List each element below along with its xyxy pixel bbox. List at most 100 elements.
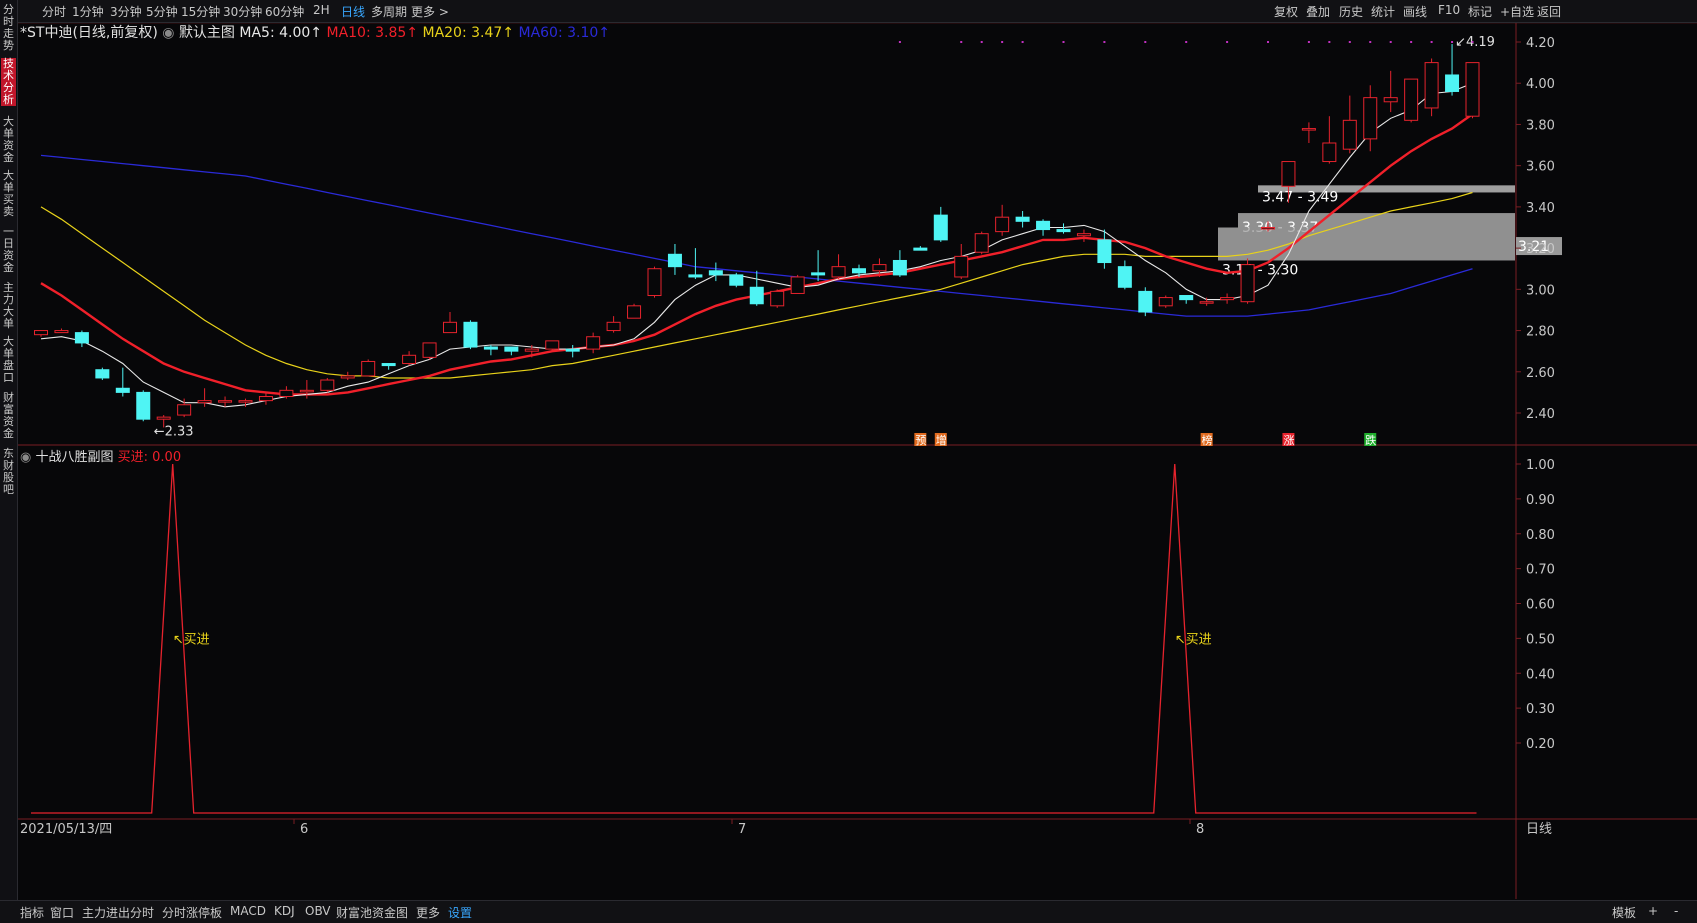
candle-body: [1056, 229, 1071, 233]
period-30min[interactable]: 30分钟: [223, 3, 262, 20]
restore-rights-button[interactable]: 复权: [1274, 3, 1298, 20]
tab-window[interactable]: 窗口: [50, 904, 74, 921]
candle-body: [913, 247, 928, 251]
tab-obv[interactable]: OBV: [305, 904, 331, 918]
overlay-button[interactable]: 叠加: [1306, 3, 1330, 20]
zoom-out-button[interactable]: -: [1674, 904, 1678, 918]
add-watchlist-button[interactable]: +自选: [1500, 3, 1534, 20]
sub-settings-icon[interactable]: ◉: [20, 450, 31, 465]
candle-body: [443, 321, 457, 334]
statistics-button[interactable]: 统计: [1371, 3, 1395, 20]
stock-title[interactable]: *ST中迪(日线,前复权): [20, 25, 158, 41]
period-15min[interactable]: 15分钟: [181, 3, 220, 20]
candle-body: [218, 400, 233, 403]
nav-main-big-order[interactable]: 主力大单: [1, 282, 16, 330]
history-button[interactable]: 历史: [1339, 3, 1363, 20]
nav-daily-funds[interactable]: 一日资金: [1, 226, 16, 274]
settings-icon[interactable]: ◉: [162, 25, 174, 41]
event-dot: [1185, 41, 1188, 43]
period-60min[interactable]: 60分钟: [265, 3, 304, 20]
mark-button[interactable]: 标记: [1468, 3, 1492, 20]
event-dot: [1144, 41, 1147, 43]
y-tick-label: 3.80: [1526, 118, 1555, 133]
period-1min[interactable]: 1分钟: [72, 3, 104, 20]
period-daily[interactable]: 日线: [341, 3, 365, 20]
candle-body: [811, 272, 826, 276]
tab-fund-pool[interactable]: 财富池资金图: [336, 904, 408, 921]
tab-limit-up[interactable]: 分时涨停板: [162, 904, 222, 921]
candle-body: [1138, 290, 1153, 313]
candle-body: [177, 404, 192, 416]
event-dot: [1307, 41, 1310, 43]
tab-more[interactable]: 更多: [416, 904, 440, 921]
sub-legend: ◉ 十战八胜副图 买进: 0.00: [20, 446, 181, 465]
candle-body: [1158, 297, 1173, 307]
y-tick-label: 3.60: [1526, 160, 1555, 175]
tab-kdj[interactable]: KDJ: [274, 904, 295, 918]
template-name[interactable]: 默认主图: [179, 25, 235, 41]
back-button[interactable]: 返回: [1537, 3, 1561, 20]
f10-button[interactable]: F10: [1438, 3, 1460, 17]
candle-body: [831, 266, 846, 278]
period-label: 日线: [1526, 822, 1552, 837]
y-tick-label: 4.00: [1526, 77, 1555, 92]
candle-body: [463, 321, 478, 348]
nav-guba[interactable]: 东财股吧: [1, 448, 16, 496]
candle-body: [1097, 239, 1112, 264]
candle-body: [1342, 119, 1357, 150]
tab-settings[interactable]: 设置: [448, 904, 472, 921]
ma60-value: MA60: 3.10↑: [518, 25, 611, 41]
period-more[interactable]: 更多 >: [411, 3, 449, 20]
buy-signal-label: ↖买进: [1175, 632, 1212, 647]
nav-big-order-funds[interactable]: 大单资金: [1, 116, 16, 164]
draw-line-button[interactable]: 画线: [1403, 3, 1427, 20]
candle-body: [95, 369, 110, 379]
buy-signal-label: ↖买进: [173, 632, 210, 647]
nav-technical-analysis[interactable]: 技术分析: [1, 58, 16, 106]
candle-body: [1240, 264, 1255, 303]
kline-chart[interactable]: 3.47 - 3.493.30 - 3.373.14 - 3.303.21 4.…: [18, 23, 1697, 899]
signal-polyline: [31, 463, 1477, 814]
nav-wealth-funds[interactable]: 财富资金: [1, 392, 16, 440]
candle-body: [1465, 62, 1480, 117]
period-2h[interactable]: 2H: [313, 3, 330, 17]
tab-main-flow[interactable]: 主力进出分时: [82, 904, 154, 921]
candle-body: [115, 387, 130, 393]
event-dot: [1451, 41, 1454, 43]
buy-signal-line: ↖买进 ↖买进: [31, 463, 1477, 814]
event-marker-label: 涨: [1283, 434, 1294, 447]
nav-fenshi-trend[interactable]: 分时走势: [1, 4, 16, 52]
event-marker-label: 跌: [1365, 433, 1376, 447]
event-dot: [1369, 41, 1372, 43]
period-toolbar: 分时 1分钟 3分钟 5分钟 15分钟 30分钟 60分钟 2H 日线 多周期 …: [0, 0, 1697, 23]
candle-body: [34, 330, 48, 336]
nav-big-order-book[interactable]: 大单盘口: [1, 336, 16, 384]
period-multi[interactable]: 多周期: [371, 3, 407, 20]
sub-indicator-name[interactable]: 十战八胜副图: [35, 450, 113, 465]
y-tick-label: 2.80: [1526, 325, 1555, 340]
main-legend: *ST中迪(日线,前复权) ◉ 默认主图 MA5: 4.00↑ MA10: 3.…: [20, 22, 610, 42]
main-price-axis: 4.20 4.00 3.80 3.60 3.40 3.20 3.00 2.80 2.60 2.40: [1516, 36, 1555, 422]
tab-macd[interactable]: MACD: [230, 904, 266, 918]
event-dot: [1103, 41, 1106, 43]
zoom-in-button[interactable]: +: [1648, 904, 1658, 918]
price-zone-box: [1218, 227, 1515, 261]
candle-body: [872, 264, 887, 272]
template-button[interactable]: 模板: [1612, 904, 1636, 921]
tab-indicator[interactable]: 指标: [20, 904, 44, 921]
candle-body: [279, 389, 294, 398]
period-3min[interactable]: 3分钟: [110, 3, 142, 20]
candle-body: [1445, 74, 1460, 92]
period-fenshi[interactable]: 分时: [42, 3, 66, 20]
candle-body: [238, 400, 253, 403]
candle-body: [197, 400, 212, 404]
sub-y-tick-label: 0.20: [1526, 737, 1555, 752]
candle-body: [606, 321, 621, 332]
nav-big-order-trade[interactable]: 大单买卖: [1, 170, 16, 218]
candle-body: [156, 416, 171, 420]
sub-y-tick-label: 0.70: [1526, 563, 1555, 578]
sub-y-tick-label: 0.60: [1526, 598, 1555, 613]
y-tick-label: 2.60: [1526, 366, 1555, 381]
candle-body: [770, 290, 785, 307]
period-5min[interactable]: 5分钟: [146, 3, 178, 20]
